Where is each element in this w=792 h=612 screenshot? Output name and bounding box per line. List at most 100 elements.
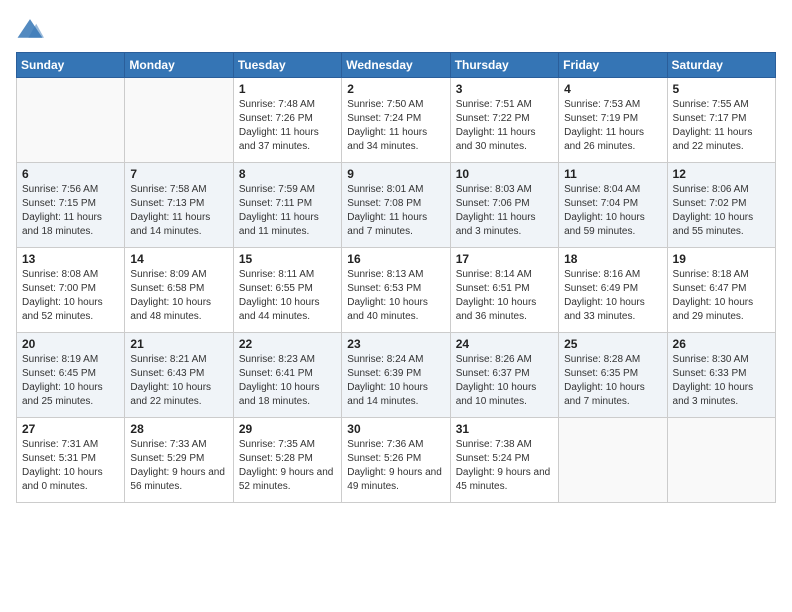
calendar-cell: 2 Sunrise: 7:50 AM Sunset: 7:24 PM Daylig… [342, 78, 450, 163]
day-number: 27 [22, 422, 119, 436]
calendar-row-4: 27 Sunrise: 7:31 AM Sunset: 5:31 PM Dayli… [17, 418, 776, 503]
cell-info: Sunrise: 8:01 AM Sunset: 7:08 PM Dayligh… [347, 183, 444, 239]
calendar-row-3: 20Sunrise: 8:19 AM Sunset: 6:45 PM Dayli… [17, 333, 776, 418]
day-number: 30 [347, 422, 444, 436]
day-number: 29 [239, 422, 336, 436]
day-number: 2 [347, 82, 444, 96]
calendar-cell: 9 Sunrise: 8:01 AM Sunset: 7:08 PM Daylig… [342, 163, 450, 248]
day-number: 3 [456, 82, 553, 96]
calendar-cell [17, 78, 125, 163]
calendar-cell: 24 Sunrise: 8:26 AM Sunset: 6:37 PM Dayli… [450, 333, 558, 418]
calendar-row-0: 1 Sunrise: 7:48 AM Sunset: 7:26 PM Daylig… [17, 78, 776, 163]
weekday-header-wednesday: Wednesday [342, 53, 450, 78]
day-number: 26 [673, 337, 770, 351]
calendar-cell: 20Sunrise: 8:19 AM Sunset: 6:45 PM Dayli… [17, 333, 125, 418]
calendar-cell: 10Sunrise: 8:03 AM Sunset: 7:06 PM Dayli… [450, 163, 558, 248]
header [16, 10, 776, 44]
calendar-cell: 6 Sunrise: 7:56 AM Sunset: 7:15 PM Daylig… [17, 163, 125, 248]
calendar-cell: 21 Sunrise: 8:21 AM Sunset: 6:43 PM Dayli… [125, 333, 233, 418]
cell-info: Sunrise: 8:13 AM Sunset: 6:53 PM Dayligh… [347, 268, 444, 324]
day-number: 5 [673, 82, 770, 96]
calendar-cell: 26 Sunrise: 8:30 AM Sunset: 6:33 PM Dayli… [667, 333, 775, 418]
cell-info: Sunrise: 8:19 AM Sunset: 6:45 PM Dayligh… [22, 353, 119, 409]
cell-info: Sunrise: 8:24 AM Sunset: 6:39 PM Dayligh… [347, 353, 444, 409]
day-number: 11 [564, 167, 661, 181]
calendar-cell: 28 Sunrise: 7:33 AM Sunset: 5:29 PM Dayli… [125, 418, 233, 503]
cell-info: Sunrise: 8:30 AM Sunset: 6:33 PM Dayligh… [673, 353, 770, 409]
cell-info: Sunrise: 7:50 AM Sunset: 7:24 PM Dayligh… [347, 98, 444, 154]
calendar-cell: 13 Sunrise: 8:08 AM Sunset: 7:00 PM Dayli… [17, 248, 125, 333]
calendar-cell: 22 Sunrise: 8:23 AM Sunset: 6:41 PM Dayli… [233, 333, 341, 418]
cell-info: Sunrise: 7:58 AM Sunset: 7:13 PM Dayligh… [130, 183, 227, 239]
cell-info: Sunrise: 7:55 AM Sunset: 7:17 PM Dayligh… [673, 98, 770, 154]
day-number: 24 [456, 337, 553, 351]
calendar-cell: 25Sunrise: 8:28 AM Sunset: 6:35 PM Dayli… [559, 333, 667, 418]
cell-info: Sunrise: 7:53 AM Sunset: 7:19 PM Dayligh… [564, 98, 661, 154]
calendar-cell: 17Sunrise: 8:14 AM Sunset: 6:51 PM Dayli… [450, 248, 558, 333]
logo [16, 16, 48, 44]
day-number: 28 [130, 422, 227, 436]
calendar-cell: 7Sunrise: 7:58 AM Sunset: 7:13 PM Daylig… [125, 163, 233, 248]
cell-info: Sunrise: 8:21 AM Sunset: 6:43 PM Dayligh… [130, 353, 227, 409]
cell-info: Sunrise: 8:06 AM Sunset: 7:02 PM Dayligh… [673, 183, 770, 239]
day-number: 1 [239, 82, 336, 96]
calendar-cell: 23Sunrise: 8:24 AM Sunset: 6:39 PM Dayli… [342, 333, 450, 418]
day-number: 15 [239, 252, 336, 266]
calendar-cell: 14 Sunrise: 8:09 AM Sunset: 6:58 PM Dayli… [125, 248, 233, 333]
calendar-cell: 19 Sunrise: 8:18 AM Sunset: 6:47 PM Dayli… [667, 248, 775, 333]
calendar-cell: 29Sunrise: 7:35 AM Sunset: 5:28 PM Dayli… [233, 418, 341, 503]
logo-icon [16, 16, 44, 44]
calendar-cell: 31Sunrise: 7:38 AM Sunset: 5:24 PM Dayli… [450, 418, 558, 503]
cell-info: Sunrise: 8:11 AM Sunset: 6:55 PM Dayligh… [239, 268, 336, 324]
calendar-row-1: 6 Sunrise: 7:56 AM Sunset: 7:15 PM Daylig… [17, 163, 776, 248]
calendar-cell: 16Sunrise: 8:13 AM Sunset: 6:53 PM Dayli… [342, 248, 450, 333]
day-number: 13 [22, 252, 119, 266]
weekday-header-saturday: Saturday [667, 53, 775, 78]
calendar-cell: 12 Sunrise: 8:06 AM Sunset: 7:02 PM Dayli… [667, 163, 775, 248]
calendar-cell: 18 Sunrise: 8:16 AM Sunset: 6:49 PM Dayli… [559, 248, 667, 333]
calendar-cell: 4 Sunrise: 7:53 AM Sunset: 7:19 PM Daylig… [559, 78, 667, 163]
day-number: 21 [130, 337, 227, 351]
cell-info: Sunrise: 8:18 AM Sunset: 6:47 PM Dayligh… [673, 268, 770, 324]
calendar-row-2: 13 Sunrise: 8:08 AM Sunset: 7:00 PM Dayli… [17, 248, 776, 333]
cell-info: Sunrise: 7:38 AM Sunset: 5:24 PM Dayligh… [456, 438, 553, 494]
cell-info: Sunrise: 7:31 AM Sunset: 5:31 PM Dayligh… [22, 438, 119, 494]
day-number: 17 [456, 252, 553, 266]
day-number: 22 [239, 337, 336, 351]
weekday-header-thursday: Thursday [450, 53, 558, 78]
cell-info: Sunrise: 8:09 AM Sunset: 6:58 PM Dayligh… [130, 268, 227, 324]
day-number: 4 [564, 82, 661, 96]
calendar-cell [125, 78, 233, 163]
cell-info: Sunrise: 7:33 AM Sunset: 5:29 PM Dayligh… [130, 438, 227, 494]
calendar-cell: 30 Sunrise: 7:36 AM Sunset: 5:26 PM Dayli… [342, 418, 450, 503]
cell-info: Sunrise: 7:36 AM Sunset: 5:26 PM Dayligh… [347, 438, 444, 494]
weekday-header-row: SundayMondayTuesdayWednesdayThursdayFrid… [17, 53, 776, 78]
day-number: 10 [456, 167, 553, 181]
cell-info: Sunrise: 7:48 AM Sunset: 7:26 PM Dayligh… [239, 98, 336, 154]
cell-info: Sunrise: 8:08 AM Sunset: 7:00 PM Dayligh… [22, 268, 119, 324]
day-number: 19 [673, 252, 770, 266]
day-number: 6 [22, 167, 119, 181]
day-number: 12 [673, 167, 770, 181]
cell-info: Sunrise: 7:59 AM Sunset: 7:11 PM Dayligh… [239, 183, 336, 239]
cell-info: Sunrise: 7:51 AM Sunset: 7:22 PM Dayligh… [456, 98, 553, 154]
calendar-cell: 15 Sunrise: 8:11 AM Sunset: 6:55 PM Dayli… [233, 248, 341, 333]
day-number: 8 [239, 167, 336, 181]
page: SundayMondayTuesdayWednesdayThursdayFrid… [0, 0, 792, 612]
calendar-cell: 1 Sunrise: 7:48 AM Sunset: 7:26 PM Daylig… [233, 78, 341, 163]
cell-info: Sunrise: 8:16 AM Sunset: 6:49 PM Dayligh… [564, 268, 661, 324]
day-number: 25 [564, 337, 661, 351]
calendar-cell: 27 Sunrise: 7:31 AM Sunset: 5:31 PM Dayli… [17, 418, 125, 503]
weekday-header-friday: Friday [559, 53, 667, 78]
cell-info: Sunrise: 8:04 AM Sunset: 7:04 PM Dayligh… [564, 183, 661, 239]
calendar-table: SundayMondayTuesdayWednesdayThursdayFrid… [16, 52, 776, 503]
calendar-cell [667, 418, 775, 503]
cell-info: Sunrise: 7:56 AM Sunset: 7:15 PM Dayligh… [22, 183, 119, 239]
day-number: 9 [347, 167, 444, 181]
day-number: 14 [130, 252, 227, 266]
calendar-cell [559, 418, 667, 503]
day-number: 18 [564, 252, 661, 266]
weekday-header-tuesday: Tuesday [233, 53, 341, 78]
cell-info: Sunrise: 8:23 AM Sunset: 6:41 PM Dayligh… [239, 353, 336, 409]
cell-info: Sunrise: 8:26 AM Sunset: 6:37 PM Dayligh… [456, 353, 553, 409]
